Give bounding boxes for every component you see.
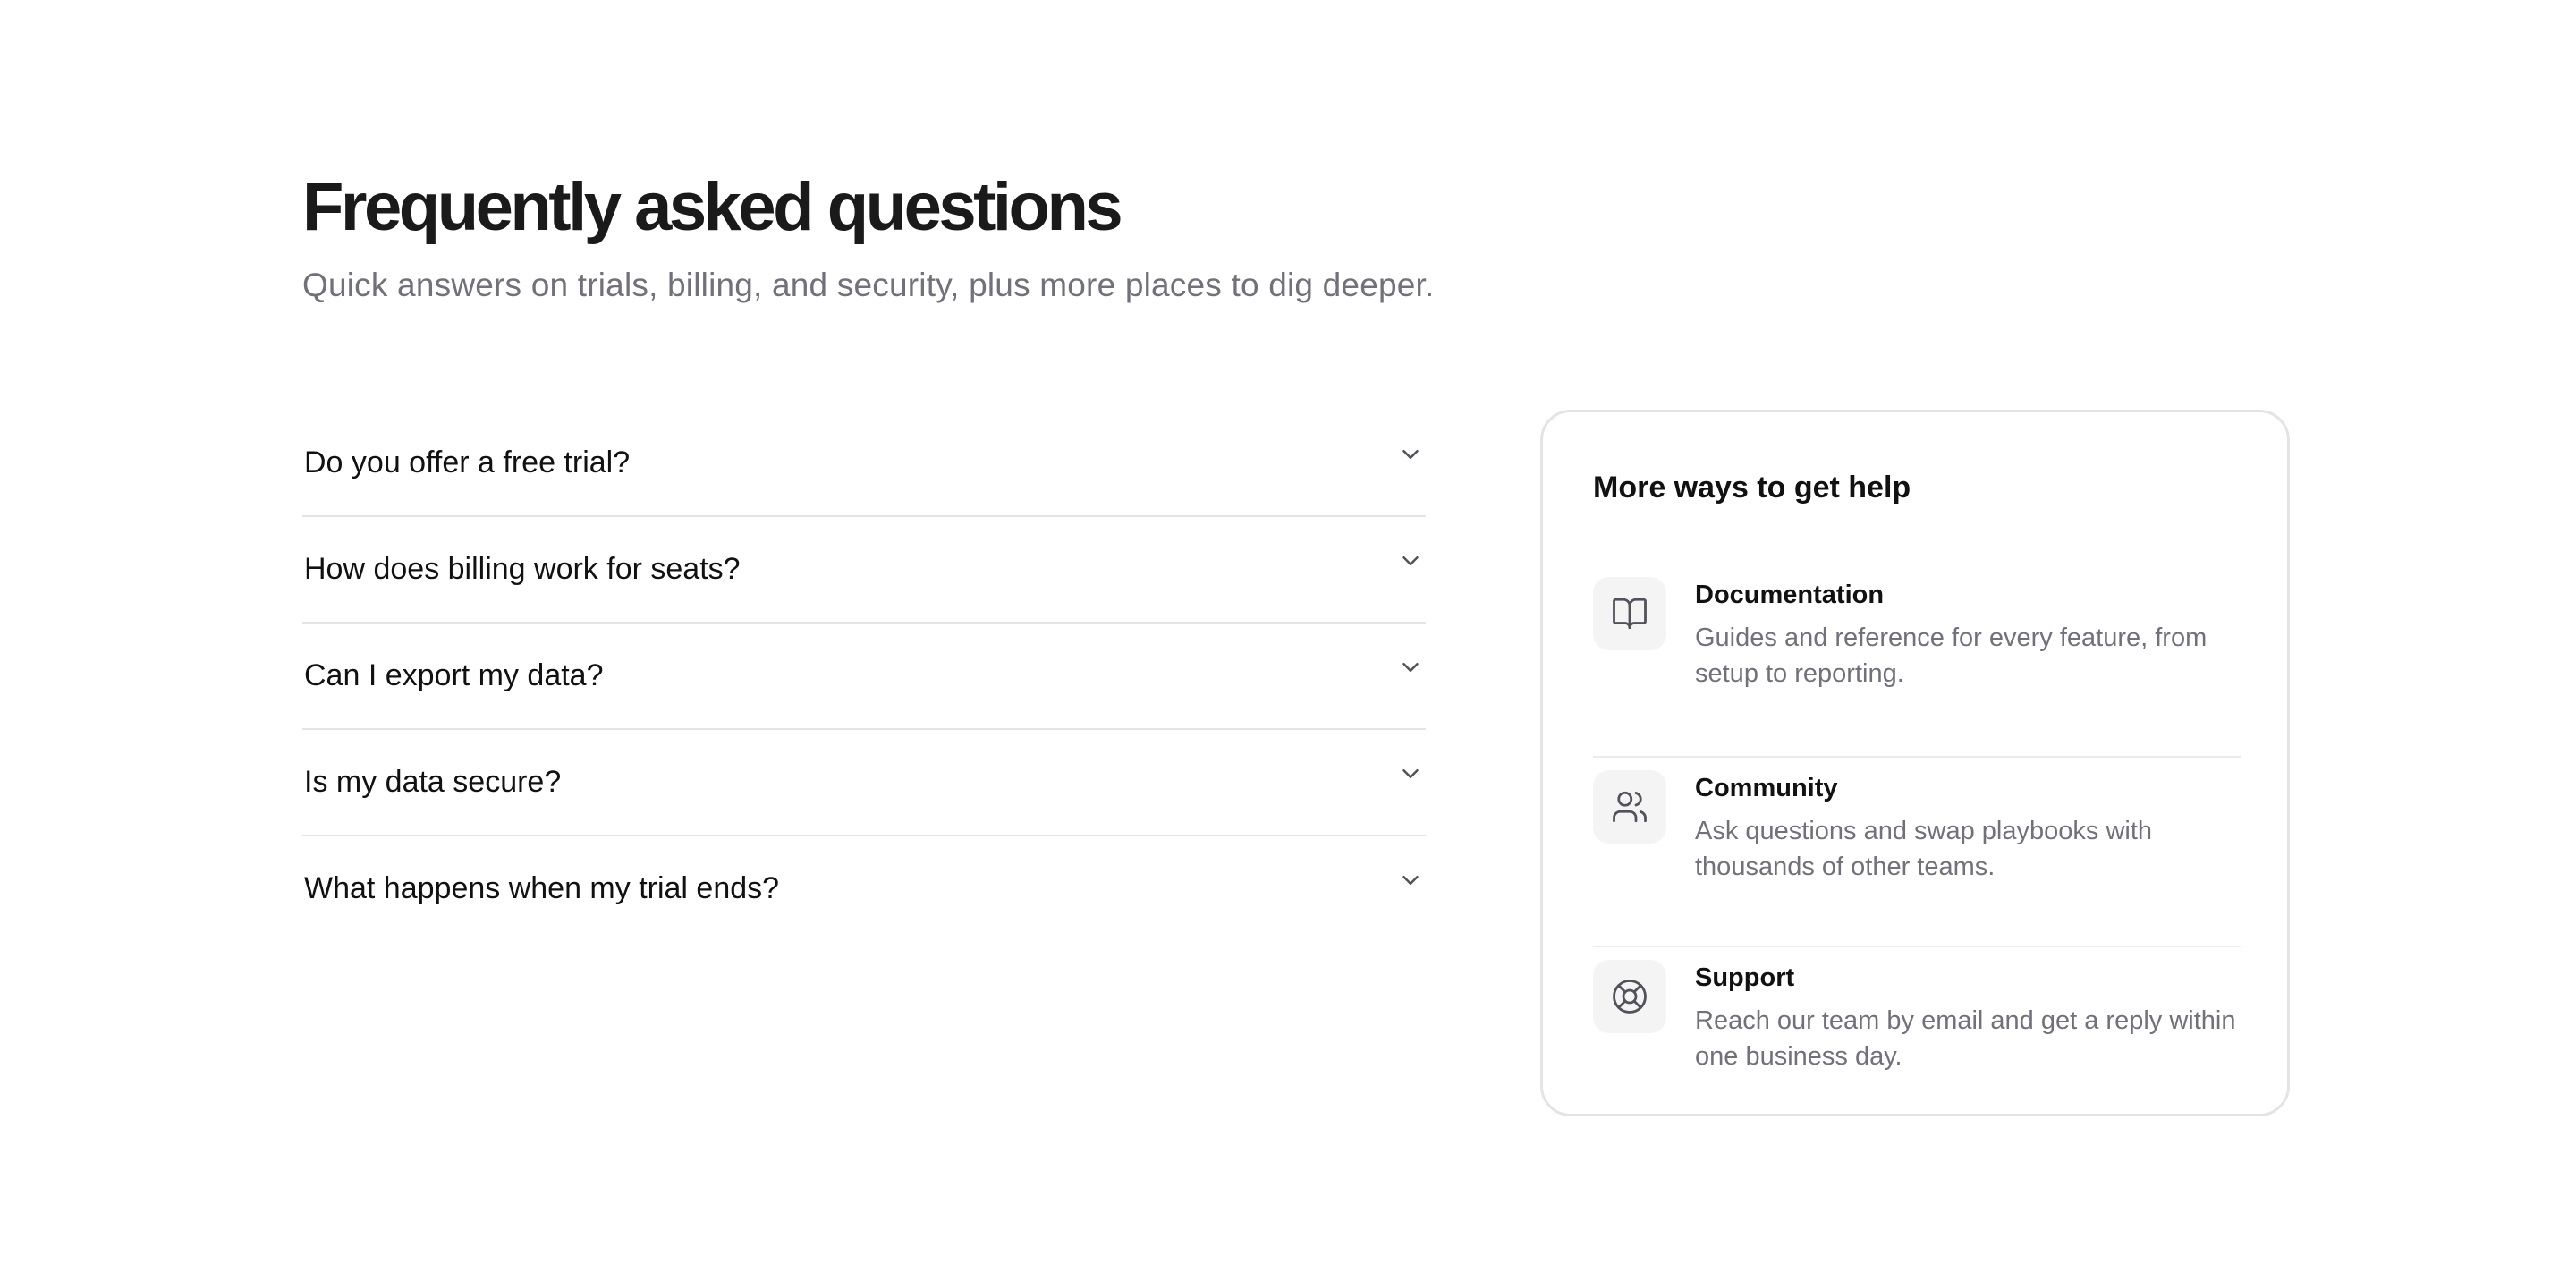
help-item-description: Reach our team by email and get a reply …: [1695, 1006, 2236, 1071]
chevron-down-icon: [1402, 876, 1419, 885]
faq-question: Can I export my data?: [304, 658, 604, 692]
help-item-community[interactable]: Community Ask questions and swap playboo…: [1593, 756, 2241, 946]
help-card-title: More ways to get help: [1593, 471, 1911, 505]
faq-list: Do you offer a free trial? How does bill…: [302, 411, 1426, 943]
help-item-title: Documentation: [1695, 581, 1885, 609]
help-item-support[interactable]: Support Reach our team by email and get …: [1593, 946, 2241, 1135]
help-icon-container: [1593, 770, 1666, 844]
faq-item-data-secure[interactable]: Is my data secure?: [302, 730, 1426, 836]
chevron-down-icon: [1402, 556, 1419, 565]
help-item-documentation[interactable]: Documentation Guides and reference for e…: [1593, 566, 2241, 756]
help-card: More ways to get help Documentation Guid…: [1540, 410, 2290, 1116]
page-subtitle: Quick answers on trials, billing, and se…: [302, 267, 1435, 303]
faq-header: Frequently asked questions Quick answers…: [302, 166, 1644, 308]
help-icon-container: [1593, 577, 1666, 650]
faq-item-free-trial[interactable]: Do you offer a free trial?: [302, 411, 1426, 517]
faq-question: How does billing work for seats?: [304, 552, 741, 586]
chevron-down-icon: [1402, 663, 1419, 672]
faq-item-billing-seats[interactable]: How does billing work for seats?: [302, 517, 1426, 624]
faq-question: What happens when my trial ends?: [304, 871, 780, 905]
faq-question: Do you offer a free trial?: [304, 445, 631, 479]
chevron-down-icon: [1402, 769, 1419, 778]
faq-question: Is my data secure?: [304, 765, 562, 799]
faq-page: Frequently asked questions Quick answers…: [0, 0, 2576, 1281]
help-item-description: Guides and reference for every feature, …: [1695, 624, 2207, 688]
help-item-description: Ask questions and swap playbooks with th…: [1695, 817, 2153, 881]
users-icon: [1613, 791, 1647, 823]
page-title: Frequently asked questions: [302, 169, 1123, 245]
chevron-down-icon: [1402, 450, 1419, 459]
faq-item-export-data[interactable]: Can I export my data?: [302, 624, 1426, 730]
faq-item-trial-ends[interactable]: What happens when my trial ends?: [302, 836, 1426, 943]
life-buoy-icon: [1613, 980, 1647, 1014]
help-icon-container: [1593, 960, 1666, 1033]
help-item-title: Support: [1695, 963, 1795, 992]
help-item-title: Community: [1695, 774, 1838, 802]
book-icon: [1613, 598, 1647, 630]
